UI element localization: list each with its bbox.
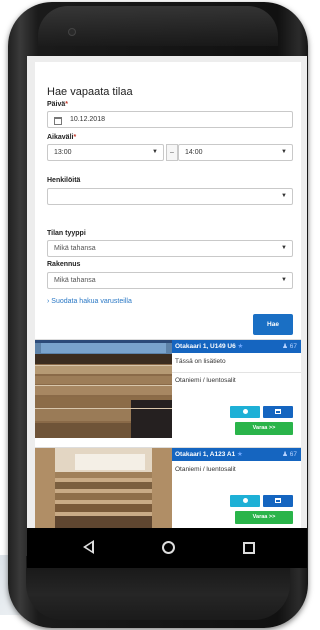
lecture-hall-photo-art [35,448,172,528]
building-value: Mikä tahansa [54,277,96,284]
front-camera [68,28,76,36]
result-title-bar[interactable]: Otakaari 1, A123 A1 ★ ♟ 67 [172,448,301,461]
capacity-value: 67 [289,343,297,350]
building-label: Rakennus [47,261,81,268]
room-title: Otakaari 1, A123 A1 [175,451,236,458]
date-input[interactable]: 10.12.2018 [47,111,293,128]
start-time-value: 13:00 [54,149,72,156]
calendar-icon [275,498,281,503]
back-icon[interactable] [83,540,94,554]
room-info-button[interactable] [230,495,260,507]
lecture-hall-photo [35,448,172,528]
building-select[interactable]: Mikä tahansa ▼ [47,272,293,289]
star-icon[interactable]: ★ [237,451,243,458]
chevron-down-icon: ▼ [281,149,287,155]
chevron-down-icon: ▼ [281,193,287,199]
room-info-button[interactable] [230,406,260,418]
room-title: Otakaari 1, U149 U6 [175,343,236,350]
room-calendar-button[interactable] [263,495,293,507]
capacity: ♟ 67 [282,343,297,350]
room-location: Otaniemi / luentosalit [175,377,236,384]
required-mark: * [65,101,69,108]
book-button[interactable]: Varaa >> [235,511,293,524]
time-range-label: Aikaväli* [47,134,76,141]
start-time-select[interactable]: 13:00 ▼ [47,144,164,161]
required-mark: * [73,134,77,141]
persons-select[interactable]: ▼ [47,188,293,205]
chevron-down-icon: ▼ [281,277,287,283]
result-card: Otakaari 1, U149 U6 ★ ♟ 67 Tässä on lisä… [35,339,301,441]
recent-apps-icon[interactable] [243,542,255,554]
time-range-label-text: Aikaväli [47,134,74,141]
chevron-down-icon: ▼ [152,149,158,155]
calendar-icon [275,409,281,414]
room-location: Otaniemi / luentosalit [175,466,236,473]
persons-label: Henkilöitä [47,177,81,184]
info-icon [243,498,248,503]
result-card: Otakaari 1, A123 A1 ★ ♟ 67 Otaniemi / lu… [35,447,301,528]
lecture-hall-photo-art [35,340,172,438]
phone-top-bezel [38,6,278,46]
room-calendar-button[interactable] [263,406,293,418]
room-type-select[interactable]: Mikä tahansa ▼ [47,240,293,257]
search-button[interactable]: Hae [253,314,293,335]
divider [172,372,301,373]
date-label: Päivä* [47,101,68,108]
end-time-value: 14:00 [185,149,203,156]
time-separator: – [166,144,178,161]
room-info-text: Tässä on lisätieto [175,358,226,365]
filter-by-equipment-link[interactable]: › Suodata hakua varusteilla [47,298,132,305]
star-icon[interactable]: ★ [238,343,244,350]
capacity: ♟ 67 [282,451,297,458]
room-type-label: Tilan tyyppi [47,230,86,237]
date-label-text: Päivä [47,101,66,108]
end-time-select[interactable]: 14:00 ▼ [178,144,293,161]
chevron-down-icon: ▼ [281,245,287,251]
capacity-value: 67 [289,451,297,458]
page-title: Hae vapaata tilaa [47,86,133,98]
phone-screen: Hae vapaata tilaa Päivä* 10.12.2018 Aika… [27,56,307,528]
android-nav-bar [27,528,307,568]
calendar-icon [54,112,62,127]
home-icon[interactable] [162,541,175,554]
date-value: 10.12.2018 [69,116,105,123]
room-type-value: Mikä tahansa [54,245,96,252]
search-panel: Hae vapaata tilaa Päivä* 10.12.2018 Aika… [35,62,301,528]
info-icon [243,409,248,414]
book-button[interactable]: Varaa >> [235,422,293,435]
lecture-hall-photo [35,340,172,438]
result-title-bar[interactable]: Otakaari 1, U149 U6 ★ ♟ 67 [172,340,301,353]
